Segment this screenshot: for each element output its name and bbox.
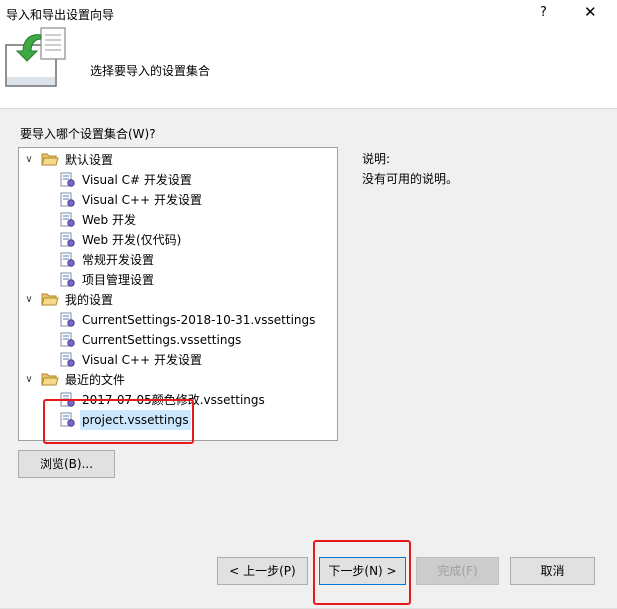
tree-item-label: Web 开发(仅代码) bbox=[82, 233, 182, 247]
folder-open-icon bbox=[41, 152, 59, 173]
chevron-down-icon[interactable]: ∨ bbox=[23, 290, 35, 310]
close-button[interactable]: ✕ bbox=[584, 3, 597, 21]
settings-file-icon bbox=[59, 192, 76, 214]
settings-file-icon bbox=[59, 172, 76, 194]
folder-open-icon bbox=[41, 372, 59, 393]
tree-item-label: Web 开发 bbox=[82, 213, 136, 227]
settings-file-icon bbox=[59, 232, 76, 254]
tree-item-label: 项目管理设置 bbox=[82, 273, 155, 287]
tree-item-label: CurrentSettings-2018-10-31.vssettings bbox=[82, 313, 316, 327]
tree-group-label: 默认设置 bbox=[65, 153, 114, 167]
settings-prompt-label: 要导入哪个设置集合(W)? bbox=[20, 127, 156, 141]
settings-file-icon bbox=[59, 252, 76, 274]
tree-item-label: CurrentSettings.vssettings bbox=[82, 333, 242, 347]
title-bar: 导入和导出设置向导 ? ✕ bbox=[0, 0, 617, 27]
tree-group-label: 我的设置 bbox=[65, 293, 114, 307]
tree-item-label: Visual C# 开发设置 bbox=[82, 173, 192, 187]
tree-item-label: Visual C++ 开发设置 bbox=[82, 353, 202, 367]
description-text: 没有可用的说明。 bbox=[362, 172, 459, 186]
wizard-header: 选择要导入的设置集合 bbox=[0, 27, 617, 109]
chevron-down-icon[interactable]: ∨ bbox=[23, 370, 35, 390]
finish-button[interactable]: 完成(F) bbox=[416, 557, 499, 585]
tree-group-label: 最近的文件 bbox=[65, 373, 126, 387]
back-button[interactable]: < 上一步(P) bbox=[217, 557, 308, 585]
chevron-down-icon[interactable]: ∨ bbox=[23, 150, 35, 170]
settings-tree[interactable]: ∨ 默认设置 Visual C# 开发设置 Visual C++ 开发设置 We… bbox=[18, 147, 338, 441]
tree-item-label: 常规开发设置 bbox=[82, 253, 155, 267]
description-title: 说明: bbox=[362, 152, 391, 166]
header-title: 选择要导入的设置集合 bbox=[90, 64, 211, 78]
annotation-highlight-selected-file bbox=[43, 399, 194, 444]
settings-file-icon bbox=[59, 212, 76, 234]
browse-button[interactable]: 浏览(B)... bbox=[18, 450, 115, 478]
annotation-highlight-next-button bbox=[313, 540, 411, 605]
settings-file-icon bbox=[59, 312, 76, 334]
cancel-button[interactable]: 取消 bbox=[510, 557, 595, 585]
help-button[interactable]: ? bbox=[540, 5, 547, 20]
wizard-import-icon bbox=[5, 27, 71, 92]
window-title: 导入和导出设置向导 bbox=[6, 8, 115, 22]
folder-open-icon bbox=[41, 292, 59, 313]
tree-item-label: Visual C++ 开发设置 bbox=[82, 193, 202, 207]
settings-file-icon bbox=[59, 332, 76, 354]
